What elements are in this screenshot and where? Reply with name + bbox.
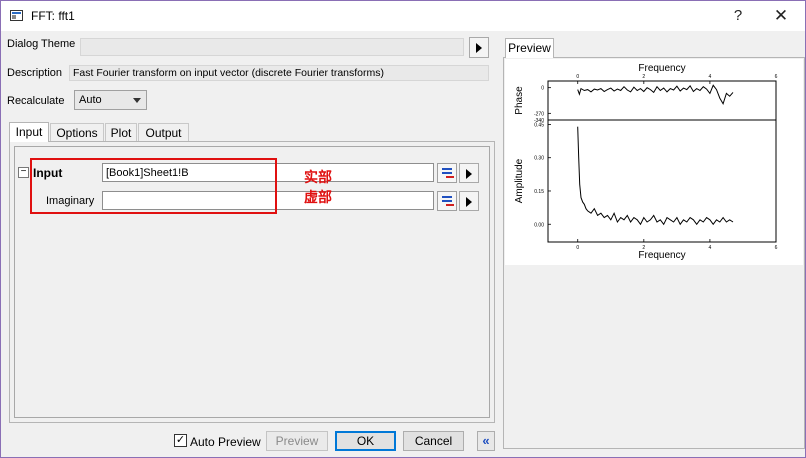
column-picker-icon xyxy=(442,168,452,170)
window-title: FFT: fft1 xyxy=(31,9,75,23)
tab-options[interactable]: Options xyxy=(50,123,104,142)
auto-preview-checkbox[interactable]: ✓ xyxy=(174,434,187,447)
phase-xtick-label: 4 xyxy=(709,74,712,80)
recalculate-select-value: Auto xyxy=(79,94,102,106)
amplitude-ylabel: Amplitude xyxy=(514,158,525,203)
amplitude-xtick-label: 6 xyxy=(775,245,778,251)
recalculate-select[interactable]: Auto xyxy=(74,90,147,110)
phase-xtick-label: 6 xyxy=(775,74,778,80)
description-label: Description xyxy=(7,67,63,79)
phase-plot-frame xyxy=(547,80,777,121)
input-menu-button[interactable] xyxy=(459,163,479,183)
fft-dialog-window: FFT: fft1 ? ✕ Dialog Theme Description F… xyxy=(0,0,806,458)
tab-plot[interactable]: Plot xyxy=(105,123,137,142)
phase-ytick-label: -270 xyxy=(534,111,544,117)
amplitude-ytick-label: 0.15 xyxy=(534,189,544,195)
phase-series-line xyxy=(577,84,734,106)
dialog-theme-field[interactable] xyxy=(80,38,464,56)
close-button[interactable]: ✕ xyxy=(761,1,801,31)
amplitude-xlabel: Frequency xyxy=(638,250,685,261)
collapse-panel-button[interactable]: « xyxy=(477,431,495,451)
amplitude-series-line xyxy=(577,126,734,226)
column-picker-icon xyxy=(442,196,452,198)
amplitude-ytick-label: 0.30 xyxy=(534,156,544,162)
description-text: Fast Fourier transform on input vector (… xyxy=(69,65,489,81)
help-button[interactable]: ? xyxy=(718,1,758,31)
amplitude-xtick-label: 0 xyxy=(576,245,579,251)
real-part-annotation: 实部 xyxy=(304,170,332,186)
highlight-box xyxy=(30,158,277,214)
phase-ylabel: Phase xyxy=(514,86,525,115)
chevron-down-icon xyxy=(133,98,141,103)
triangle-right-icon xyxy=(466,197,472,207)
amplitude-ytick-label: 0.45 xyxy=(534,122,544,128)
phase-xlabel: Frequency xyxy=(638,63,685,74)
phase-xtick-label: 0 xyxy=(576,74,579,80)
fft-preview-chart: 0-270-3400 2 4 6FrequencyPhase0.000.150.300… xyxy=(514,63,778,261)
auto-preview-label: Auto Preview xyxy=(190,435,261,449)
imaginary-select-data-button[interactable] xyxy=(437,191,457,211)
dialog-theme-menu-button[interactable] xyxy=(469,37,489,58)
triangle-right-icon xyxy=(476,43,482,53)
amplitude-plot-frame xyxy=(547,119,777,243)
triangle-right-icon xyxy=(466,169,472,179)
dialog-theme-label: Dialog Theme xyxy=(7,38,76,50)
amplitude-ytick-label: 0.00 xyxy=(534,222,544,228)
phase-xtick-label: 2 xyxy=(642,74,645,80)
tab-input[interactable]: Input xyxy=(9,122,49,142)
amplitude-xtick-label: 4 xyxy=(709,245,712,251)
phase-ytick-label: 0 xyxy=(541,86,544,92)
imaginary-part-annotation: 虚部 xyxy=(304,190,332,206)
cancel-button[interactable]: Cancel xyxy=(403,431,464,451)
preview-panel: 0 -270 -340 0 2 4 6 Frequency Phase 0.00 0.15 0.30 0… xyxy=(503,57,805,449)
ok-button[interactable]: OK xyxy=(335,431,396,451)
input-select-data-button[interactable] xyxy=(437,163,457,183)
title-bar[interactable]: FFT: fft1 ? ✕ xyxy=(1,1,805,31)
preview-button[interactable]: Preview xyxy=(266,431,328,451)
imaginary-menu-button[interactable] xyxy=(459,191,479,211)
preview-canvas: 0 -270 -340 0 2 4 6 Frequency Phase 0.00 0.15 0.30 0… xyxy=(505,59,803,265)
collapse-toggle[interactable]: − xyxy=(18,167,29,178)
tab-preview[interactable]: Preview xyxy=(505,38,554,58)
tab-output[interactable]: Output xyxy=(138,123,189,142)
app-icon xyxy=(10,10,23,21)
recalculate-label: Recalculate xyxy=(7,95,65,107)
